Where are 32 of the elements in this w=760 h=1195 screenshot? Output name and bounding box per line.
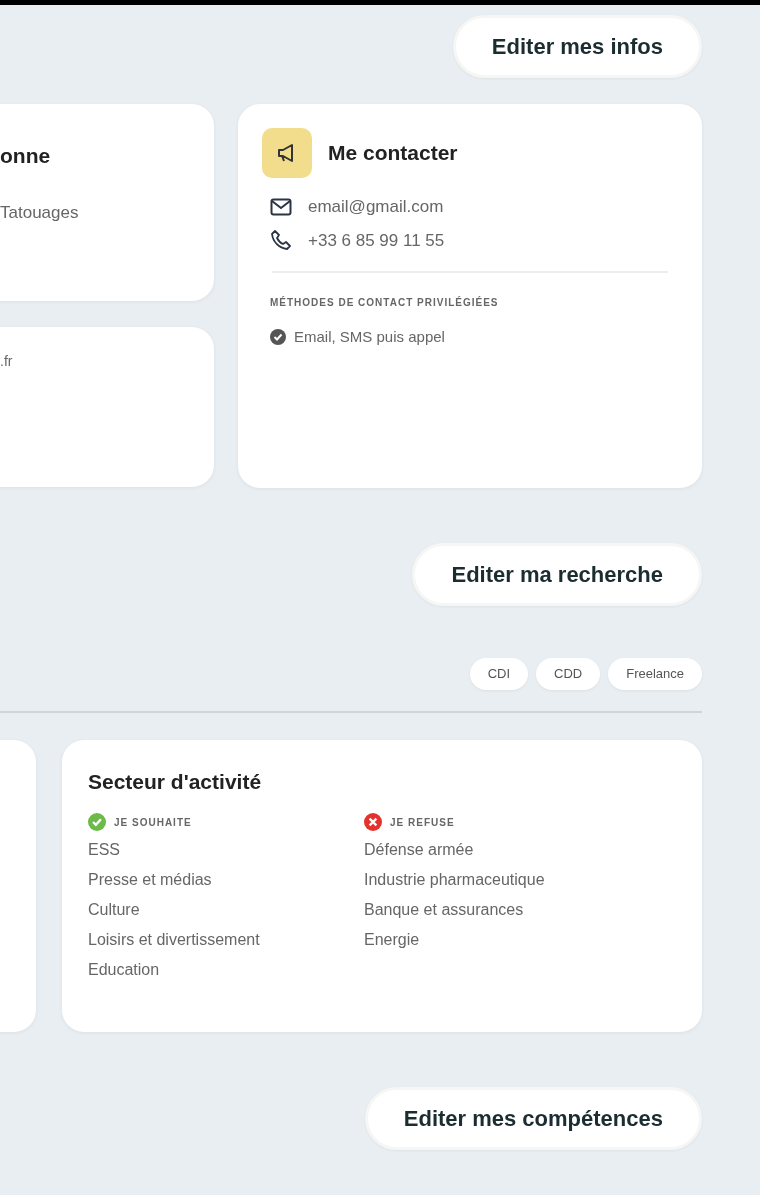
sector-item: Culture	[88, 900, 141, 920]
column-heading: JE REFUSE	[390, 815, 455, 830]
card-text: .fr	[0, 352, 14, 371]
cross-circle-icon	[364, 813, 382, 831]
sector-item: Presse et médias	[88, 870, 213, 890]
column-heading: JE SOUHAITE	[114, 815, 192, 830]
card-title: Me contacter	[328, 140, 458, 167]
contract-tag: Freelance	[608, 658, 702, 690]
sector-item: Banque et assurances	[364, 900, 525, 920]
sector-item: ESS	[88, 840, 121, 860]
card-title: Secteur d'activité	[88, 768, 263, 795]
contact-preference: Email, SMS puis appel	[294, 327, 445, 347]
sector-item: Loisirs et divertissement	[88, 930, 261, 950]
check-circle-icon	[270, 329, 286, 346]
sector-item: Défense armée	[364, 840, 475, 860]
sector-item: Education	[88, 960, 161, 980]
edit-button[interactable]: Editer ma recherche	[412, 543, 702, 606]
megaphone-icon	[262, 128, 312, 178]
card-text: Tatouages	[0, 201, 80, 224]
sector-item: Industrie pharmaceutique	[364, 870, 546, 890]
edit-button[interactable]: Editer mes infos	[452, 15, 702, 78]
sector-item: Energie	[364, 930, 421, 950]
edit-button[interactable]: Editer mes compétences	[364, 1086, 702, 1150]
envelope-icon	[270, 197, 292, 216]
card-title: onne	[0, 143, 52, 169]
phone-icon	[270, 229, 292, 252]
contact-text: email@gmail.com	[308, 196, 444, 218]
check-circle-icon	[88, 813, 106, 831]
section-heading: MÉTHODES DE CONTACT PRIVILÉGIÉES	[270, 295, 500, 310]
contract-tag: CDI	[469, 658, 528, 690]
contract-tag: CDD	[536, 658, 601, 690]
contact-text: +33 6 85 99 11 55	[308, 229, 445, 252]
